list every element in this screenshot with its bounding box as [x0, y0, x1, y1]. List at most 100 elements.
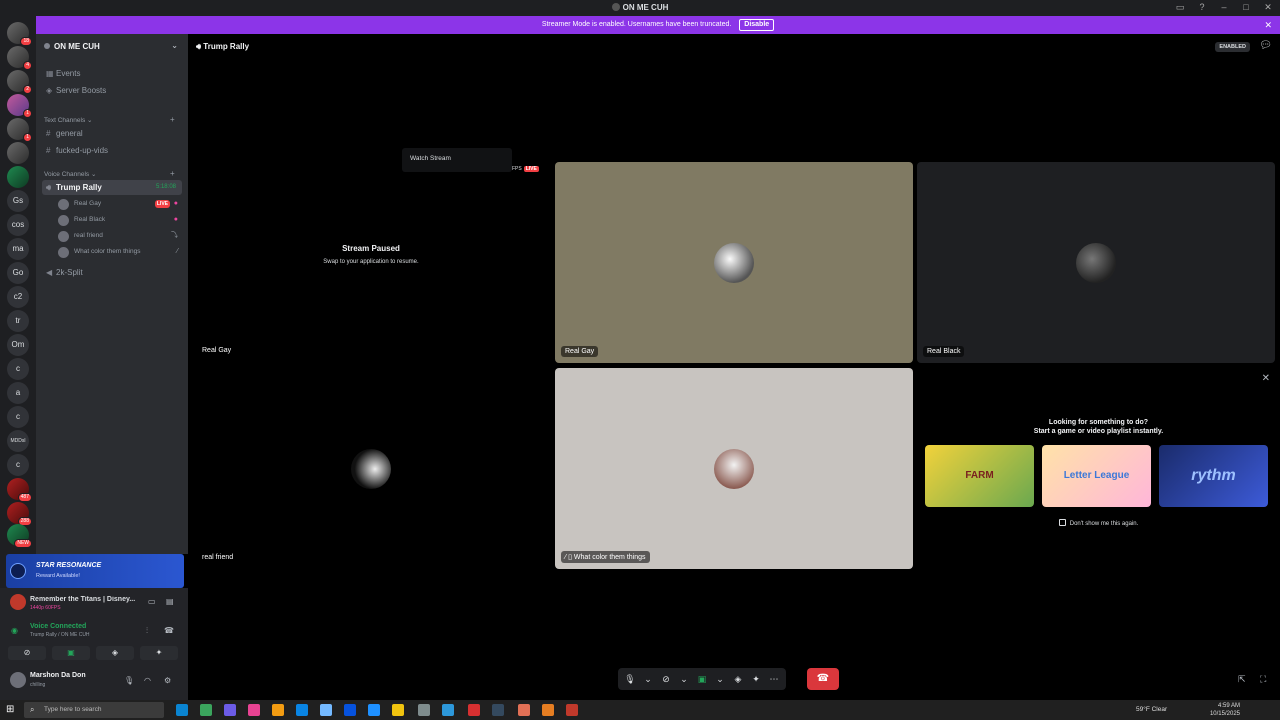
more-icon[interactable]: ⋯	[766, 668, 782, 690]
windows-start-icon[interactable]: ⊞	[6, 704, 14, 715]
server-icon[interactable]	[7, 142, 29, 164]
fullscreen-icon[interactable]: ⛶	[1260, 674, 1266, 685]
home-button[interactable]: 18	[7, 22, 32, 46]
banner-close-icon[interactable]: ✕	[1264, 16, 1272, 34]
edge-app-icon[interactable]	[176, 704, 188, 716]
noise-suppression-icon[interactable]: ⫶	[146, 626, 148, 636]
server-icon[interactable]: 487	[7, 478, 32, 502]
inbox-icon[interactable]: ▭	[1174, 2, 1186, 13]
server-icon[interactable]: c2	[7, 286, 29, 308]
channel-general[interactable]: # general	[42, 126, 182, 141]
soundboard-button[interactable]: ✦	[140, 646, 178, 660]
app-icon[interactable]	[296, 704, 308, 716]
server-header[interactable]: ON ME CUH ⌄	[36, 34, 188, 58]
add-channel-icon[interactable]: +	[170, 169, 175, 178]
server-icon[interactable]: NEW	[7, 524, 32, 548]
settings-app-icon[interactable]	[418, 704, 430, 716]
server-icon[interactable]: 2	[7, 70, 32, 94]
app-icon[interactable]	[518, 704, 530, 716]
server-icon[interactable]	[7, 166, 29, 188]
voice-user[interactable]: Real Gay LIVE ●	[56, 197, 180, 211]
activity-card-farm[interactable]: FARM	[925, 445, 1034, 507]
watch-stream-button[interactable]: Watch Stream	[402, 148, 512, 172]
settings-gear-icon[interactable]: ⚙	[164, 676, 171, 685]
activity-card-letter-league[interactable]: Letter League	[1042, 445, 1151, 507]
steam-app-icon[interactable]	[492, 704, 504, 716]
app-icon[interactable]	[320, 704, 332, 716]
participant-tile[interactable]: real friend	[192, 368, 550, 569]
participant-tile[interactable]: Real Black	[917, 162, 1275, 363]
chevron-down-icon[interactable]: ⌄	[712, 668, 728, 690]
chevron-down-icon[interactable]: ⌄	[171, 41, 178, 50]
channel-fucked-up-vids[interactable]: # fucked-up-vids	[42, 143, 182, 158]
add-channel-icon[interactable]: +	[170, 115, 175, 124]
app-icon[interactable]	[468, 704, 480, 716]
close-icon[interactable]: ✕	[1262, 373, 1270, 384]
text-channels-category[interactable]: Text Channels ⌄ +	[44, 115, 175, 124]
disable-streamer-mode-button[interactable]: Disable	[739, 19, 775, 31]
app-icon[interactable]	[344, 704, 356, 716]
server-icon[interactable]: c	[7, 406, 29, 428]
soundboard-icon[interactable]: ✦	[748, 668, 764, 690]
server-icon[interactable]: a	[7, 382, 29, 404]
server-icon[interactable]: 1	[7, 94, 32, 118]
stream-tile[interactable]: Stream Paused Swap to your application t…	[192, 162, 550, 362]
chevron-down-icon[interactable]: ⌄	[640, 668, 656, 690]
activity-button[interactable]: ◈	[96, 646, 134, 660]
popout-icon[interactable]: ⇱	[1238, 674, 1246, 685]
chrome-app-icon[interactable]	[200, 704, 212, 716]
voice-user[interactable]: Real Black ●	[56, 213, 180, 227]
server-boosts-link[interactable]: ◈ Server Boosts	[42, 83, 182, 98]
server-icon[interactable]: Go	[7, 262, 29, 284]
server-icon[interactable]: ma	[7, 238, 29, 260]
help-icon[interactable]: ?	[1196, 2, 1208, 13]
clock[interactable]: 4:59 AM 10/15/2025	[1210, 702, 1240, 718]
voice-user[interactable]: What color them things ⁄	[56, 245, 180, 259]
server-icon[interactable]: 288	[7, 502, 32, 526]
activity-icon[interactable]: ◈	[730, 668, 746, 690]
disconnect-button[interactable]: ☎	[807, 668, 839, 690]
maximize-icon[interactable]: □	[1240, 2, 1252, 13]
user-name[interactable]: Marshon Da Don	[30, 672, 86, 679]
chevron-down-icon[interactable]: ⌄	[676, 668, 692, 690]
screen-share-button[interactable]: ▣	[694, 668, 710, 690]
activity-card-rythm[interactable]: rythm	[1159, 445, 1268, 507]
avatar[interactable]	[10, 672, 26, 688]
weather-widget[interactable]: 59°F Clear	[1136, 706, 1167, 713]
screen-share-icon[interactable]: ▭	[148, 597, 156, 606]
server-icon[interactable]: tr	[7, 310, 29, 332]
participant-tile[interactable]: Real Gay	[555, 162, 913, 363]
microphone-icon[interactable]: 🎙︎	[124, 676, 134, 685]
server-icon[interactable]: 1	[7, 118, 32, 142]
close-icon[interactable]: ✕	[1262, 2, 1274, 13]
file-explorer-icon[interactable]	[392, 704, 404, 716]
app-icon[interactable]	[542, 704, 554, 716]
minimize-icon[interactable]: –	[1218, 2, 1230, 13]
taskbar-search[interactable]: ⌕ Type here to search	[24, 702, 164, 718]
server-icon[interactable]: c	[7, 454, 29, 476]
chat-icon[interactable]: 💬︎	[1259, 40, 1272, 51]
dont-show-again-checkbox[interactable]: Don't show me this again.	[917, 519, 1280, 527]
server-icon[interactable]: c	[7, 358, 29, 380]
app-icon[interactable]	[224, 704, 236, 716]
screen-share-button[interactable]: ▣	[52, 646, 90, 660]
app-icon[interactable]	[566, 704, 578, 716]
app-icon[interactable]	[248, 704, 260, 716]
promo-card[interactable]: STAR RESONANCE Reward Available!	[6, 554, 184, 588]
participant-tile[interactable]: ⁄ ▯ What color them things	[555, 368, 913, 569]
headphones-icon[interactable]: ◠	[144, 676, 151, 685]
server-icon[interactable]: Gs	[7, 190, 29, 212]
app-icon[interactable]	[442, 704, 454, 716]
server-icon[interactable]: cos	[7, 214, 29, 236]
voice-channel-trump-rally[interactable]: 🔊︎ Trump Rally 5:18:08	[42, 180, 182, 195]
server-icon[interactable]: Om	[7, 334, 29, 356]
popout-icon[interactable]: ▤	[166, 597, 174, 606]
disconnect-icon[interactable]: ☎	[164, 626, 174, 635]
voice-user[interactable]: real friend ⤵	[56, 229, 180, 243]
events-link[interactable]: ▦ Events	[42, 66, 182, 81]
voice-channels-category[interactable]: Voice Channels ⌄ +	[44, 169, 175, 178]
checkbox-icon[interactable]	[1058, 519, 1066, 526]
camera-button[interactable]: ⊘	[8, 646, 46, 660]
server-icon[interactable]: 4	[7, 46, 32, 70]
microphone-button[interactable]: 🎙︎	[622, 668, 638, 690]
